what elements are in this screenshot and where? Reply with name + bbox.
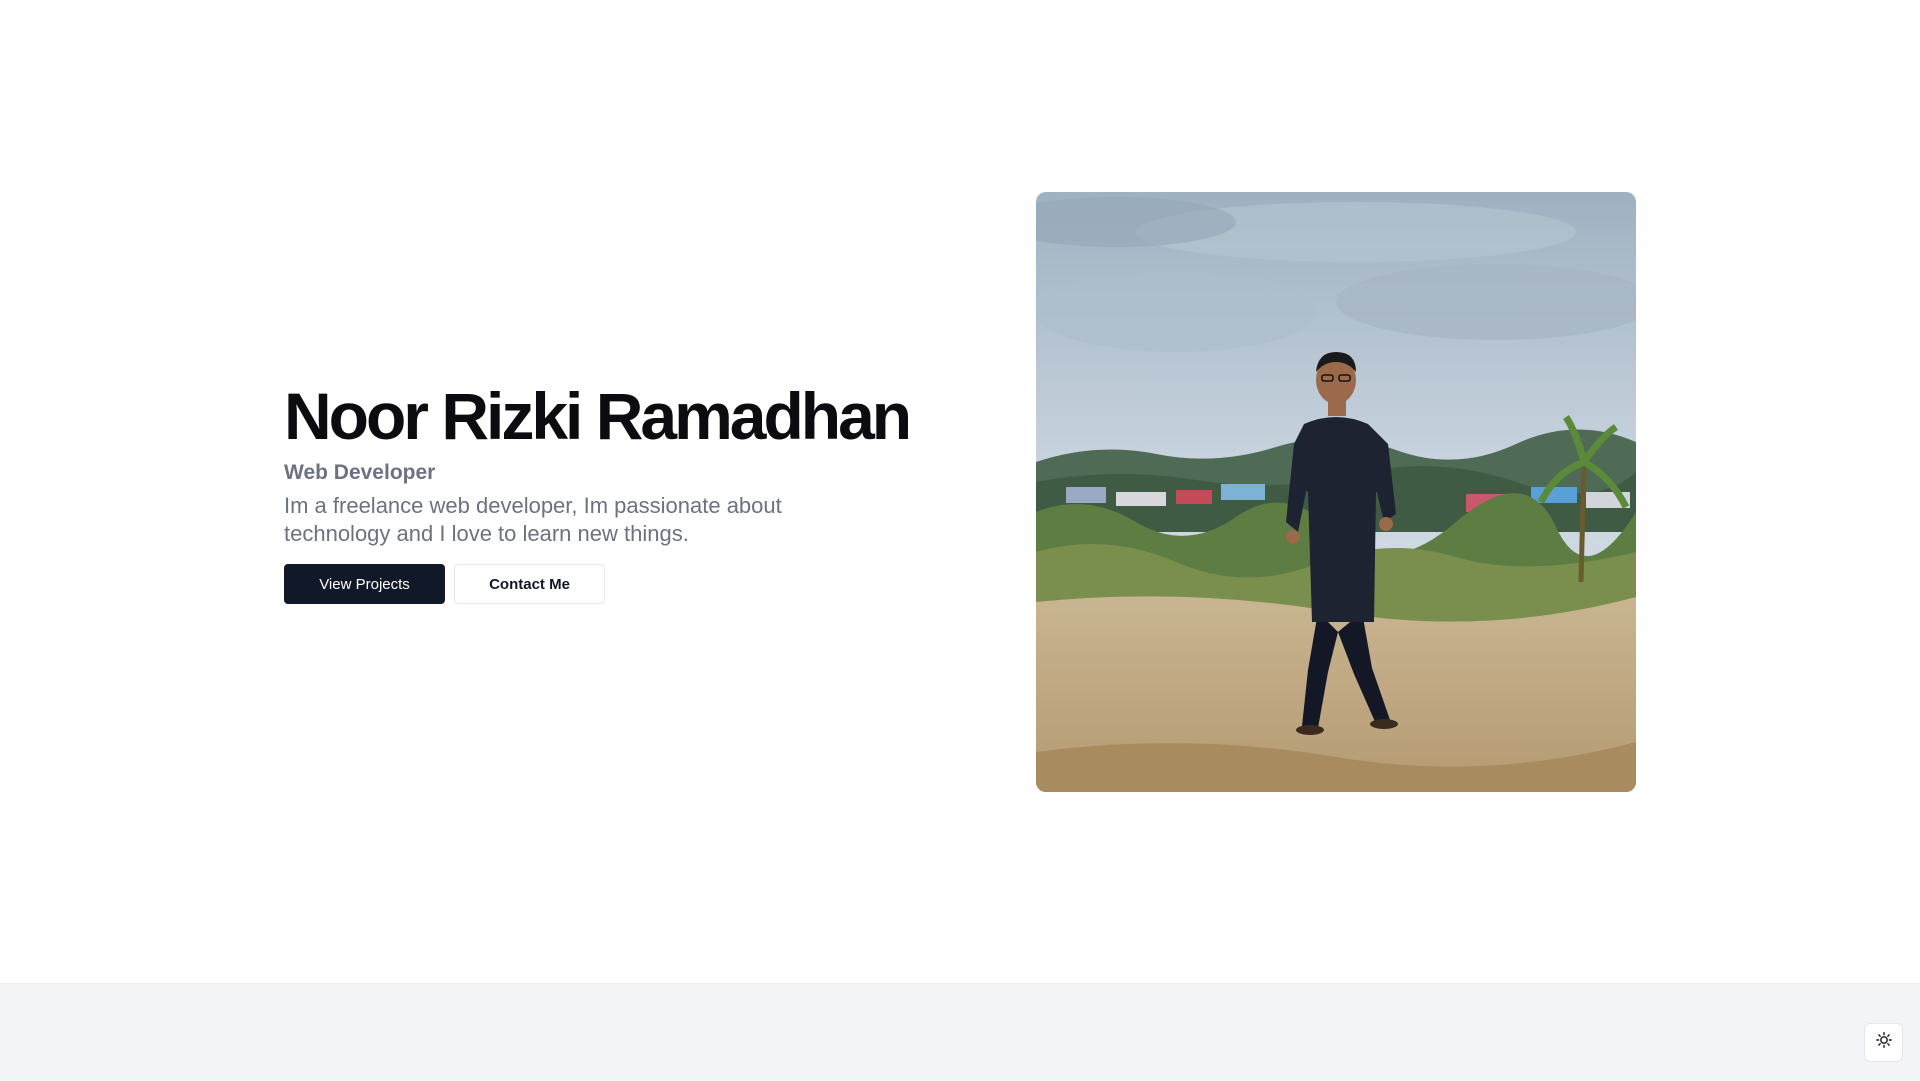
hero-actions: View Projects Contact Me [284, 564, 924, 604]
view-projects-button[interactable]: View Projects [284, 564, 445, 604]
theme-toggle-button[interactable] [1864, 1023, 1903, 1062]
hero-name: Noor Rizki Ramadhan [284, 379, 912, 453]
sun-icon [1875, 1032, 1892, 1053]
hero-intro: Noor Rizki Ramadhan Web Developer Im a f… [284, 376, 924, 604]
hero-description: Im a freelance web developer, Im passion… [284, 493, 782, 546]
contact-me-button[interactable]: Contact Me [454, 564, 605, 604]
hero-role: Web Developer [284, 461, 436, 484]
hero-section: Noor Rizki Ramadhan Web Developer Im a f… [0, 0, 1920, 983]
profile-photo [1036, 192, 1636, 792]
next-section [0, 983, 1920, 1081]
